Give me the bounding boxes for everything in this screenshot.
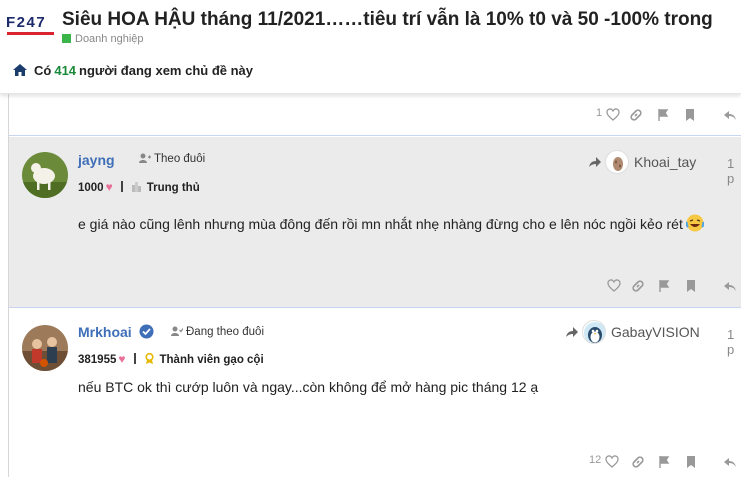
post-actions: 1 [596, 107, 741, 124]
heart-icon[interactable] [607, 279, 621, 295]
bookmark-icon[interactable] [684, 279, 698, 295]
avatar[interactable] [22, 152, 68, 198]
reply-arrow-icon [589, 157, 601, 167]
flag-icon[interactable] [656, 108, 670, 124]
reply-to-avatar [605, 150, 629, 174]
post-actions [607, 279, 741, 295]
previous-post-footer: 1 [9, 94, 741, 136]
follow-button[interactable]: Theo đuôi [139, 153, 205, 165]
user-stats: 1000 ♥ Trung thủ [78, 180, 200, 194]
like-count: 1 [596, 107, 603, 119]
post-actions: 12 [589, 454, 741, 471]
username[interactable]: jayng [78, 152, 115, 168]
follow-label: Theo đuôi [154, 153, 206, 165]
heart-icon: ♥ [105, 180, 113, 194]
reply-to-username: GabayVISION [611, 324, 700, 340]
logo-underline [7, 32, 54, 35]
viewers-notice: Có 414 người đang xem chủ đề này [12, 63, 253, 78]
post-date[interactable]: 1 p [727, 156, 741, 186]
divider [120, 181, 123, 192]
follow-button[interactable]: Đang theo đuôi [171, 326, 264, 338]
reply-to-username: Khoai_tay [634, 154, 697, 170]
verified-badge-icon [139, 324, 154, 339]
post-stream: 1 jayng Theo đuôi 1000 ♥ Trung thủ Khoai_t… [8, 94, 741, 477]
viewers-suffix: người đang xem chủ đề này [79, 63, 254, 78]
logo-text: F247 [6, 14, 47, 31]
reply-to-avatar [582, 320, 606, 344]
post-text: e giá nào cũng lênh nhưng mùa đông đến r… [78, 216, 683, 232]
like-count: 12 [589, 454, 602, 466]
user-stats: 381955 ♥ Thành viên gạo cội [78, 352, 264, 366]
user-rank: Thành viên gạo cội [159, 354, 264, 366]
reply-icon[interactable] [723, 279, 737, 295]
following-icon [171, 326, 183, 336]
reply-arrow-icon [566, 327, 578, 337]
heart-icon[interactable] [605, 455, 619, 471]
link-icon[interactable] [631, 455, 645, 471]
username[interactable]: Mrkhoai [78, 324, 154, 340]
divider [133, 353, 136, 364]
category-color-swatch [62, 34, 71, 43]
post-jayng: jayng Theo đuôi 1000 ♥ Trung thủ Khoai_tay… [9, 137, 741, 308]
link-icon[interactable] [631, 279, 645, 295]
heart-icon[interactable] [606, 108, 620, 124]
laughing-emoji-icon [685, 214, 704, 232]
post-body: e giá nào cũng lênh nhưng mùa đông đến r… [78, 214, 704, 232]
post-date[interactable]: 1 p [727, 327, 741, 357]
home-icon [13, 64, 27, 76]
bookmark-icon[interactable] [684, 455, 698, 471]
topic-header: F247 Siêu HOA HẬU tháng 11/2021……tiêu tr… [0, 0, 741, 94]
category-label: Doanh nghiệp [75, 33, 144, 45]
category-badge[interactable]: Doanh nghiệp [62, 33, 144, 45]
topic-title[interactable]: Siêu HOA HẬU tháng 11/2021……tiêu trí vẫn… [62, 9, 713, 31]
reply-to-tab[interactable]: Khoai_tay [588, 150, 696, 174]
reply-icon[interactable] [723, 455, 737, 471]
user-score: 381955 [78, 354, 117, 366]
user-score: 1000 [78, 182, 104, 194]
viewers-count: 414 [54, 63, 77, 78]
medal-icon [144, 353, 154, 364]
username-text: Mrkhoai [78, 324, 132, 340]
follow-icon [139, 153, 151, 163]
post-body: nếu BTC ok thì cướp luôn và ngay...còn k… [78, 379, 539, 395]
reply-to-tab[interactable]: GabayVISION [565, 320, 700, 344]
heart-icon: ♥ [118, 352, 126, 366]
site-logo[interactable]: F247 [6, 12, 56, 38]
user-rank: Trung thủ [146, 182, 200, 194]
viewers-prefix: Có [34, 63, 52, 78]
rank-icon [131, 182, 141, 192]
post-mrkhoai: Mrkhoai Đang theo đuôi 381955 ♥ Thành viên… [9, 309, 741, 477]
bookmark-icon[interactable] [683, 108, 697, 124]
reply-icon[interactable] [723, 108, 737, 124]
flag-icon[interactable] [657, 279, 671, 295]
avatar[interactable] [22, 325, 68, 371]
follow-label: Đang theo đuôi [186, 326, 265, 338]
flag-icon[interactable] [657, 455, 671, 471]
link-icon[interactable] [629, 108, 643, 124]
